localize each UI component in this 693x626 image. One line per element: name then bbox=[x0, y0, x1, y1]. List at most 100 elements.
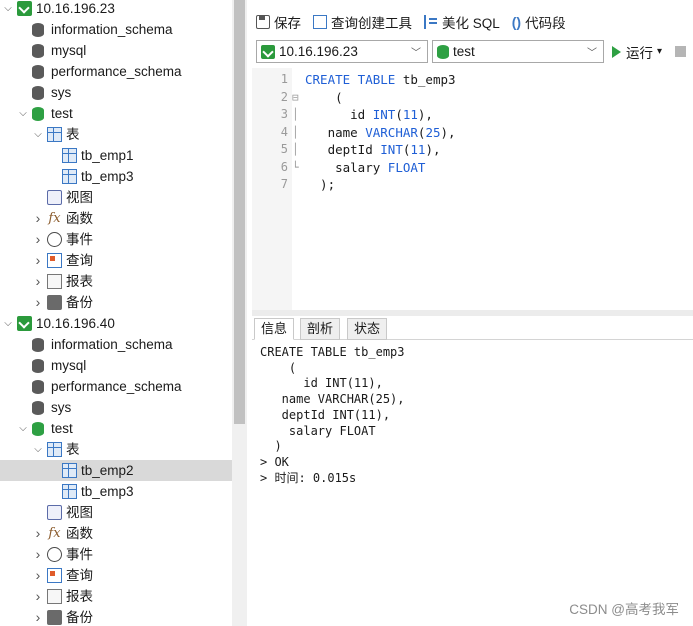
tree-item[interactable]: tb_emp3 bbox=[0, 166, 232, 187]
tree-item[interactable]: sys bbox=[0, 82, 232, 103]
run-dropdown-icon[interactable]: ▾ bbox=[657, 46, 662, 57]
code-snippet-button[interactable]: () 代码段 bbox=[508, 9, 570, 35]
code-line[interactable]: 2 ⊟ ( bbox=[252, 89, 693, 107]
line-number: 5 bbox=[280, 142, 288, 156]
chevron-down-icon: ﹀ bbox=[587, 48, 597, 59]
beautify-sql-button[interactable]: 美化 SQL bbox=[420, 9, 504, 35]
tree-item-label: 函数 bbox=[66, 211, 93, 226]
tree-item[interactable]: 视图 bbox=[0, 187, 232, 208]
code-line[interactable]: 4 │ name VARCHAR(25), bbox=[252, 124, 693, 142]
tree-item-label: mysql bbox=[51, 358, 87, 373]
chevron-down-icon[interactable]: ⌵ bbox=[17, 418, 29, 439]
sql-editor[interactable]: 1 CREATE TABLE tb_emp3 2 ⊟ (3 │ id INT(11), 4… bbox=[252, 68, 693, 310]
tree-item[interactable]: ⌵ 10.16.196.23 bbox=[0, 0, 232, 19]
tree-item[interactable]: ⌵ test bbox=[0, 418, 232, 439]
chevron-down-icon[interactable]: ⌵ bbox=[32, 124, 44, 145]
chevron-right-icon[interactable]: › bbox=[32, 607, 44, 626]
stop-button[interactable] bbox=[675, 46, 686, 57]
query-icon bbox=[47, 253, 62, 268]
tree-item[interactable]: › 查询 bbox=[0, 250, 232, 271]
chevron-right-icon[interactable]: › bbox=[32, 544, 44, 565]
sql-keyword: CREATE TABLE bbox=[305, 72, 396, 87]
chevron-right-icon[interactable]: › bbox=[32, 565, 44, 586]
tab-info[interactable]: 信息 bbox=[254, 318, 295, 340]
database-select[interactable]: test ﹀ bbox=[432, 40, 604, 63]
tree-item[interactable]: › 事件 bbox=[0, 229, 232, 250]
tree-item[interactable]: tb_emp3 bbox=[0, 481, 232, 502]
line-number: 4 bbox=[280, 124, 288, 139]
tree-item[interactable]: ⌵ 表 bbox=[0, 124, 232, 145]
backup-icon bbox=[47, 295, 62, 310]
event-icon bbox=[47, 547, 62, 562]
tree-item[interactable]: performance_schema bbox=[0, 61, 232, 82]
query-builder-button[interactable]: 查询创建工具 bbox=[309, 9, 416, 35]
chevron-right-icon[interactable]: › bbox=[32, 229, 44, 250]
report-icon bbox=[47, 274, 62, 289]
fold-toggle-icon[interactable]: ⊟ bbox=[292, 89, 299, 107]
tree-item[interactable]: tb_emp1 bbox=[0, 145, 232, 166]
save-button[interactable]: 保存 bbox=[252, 9, 305, 35]
code-line[interactable]: 3 │ id INT(11), bbox=[252, 106, 693, 124]
tree-item[interactable]: information_schema bbox=[0, 334, 232, 355]
output-line: > OK bbox=[260, 454, 289, 469]
tree-item[interactable]: › 报表 bbox=[0, 271, 232, 292]
chevron-down-icon[interactable]: ⌵ bbox=[2, 0, 14, 19]
tree-item[interactable]: 视图 bbox=[0, 502, 232, 523]
tree-item[interactable]: › 备份 bbox=[0, 292, 232, 313]
tree-item-label: sys bbox=[51, 85, 72, 100]
tree-item[interactable]: mysql bbox=[0, 40, 232, 61]
tree-item[interactable]: ⌵ 表 bbox=[0, 439, 232, 460]
database-icon bbox=[32, 380, 44, 394]
code-text: salary FLOAT bbox=[305, 159, 425, 177]
connection-select[interactable]: 10.16.196.23 ﹀ bbox=[256, 40, 428, 63]
chevron-right-icon[interactable]: › bbox=[32, 523, 44, 544]
tree-item[interactable]: › 报表 bbox=[0, 586, 232, 607]
fold-guide: └ bbox=[292, 160, 299, 174]
tree-item[interactable]: › 查询 bbox=[0, 565, 232, 586]
tab-status[interactable]: 状态 bbox=[347, 318, 388, 340]
tab-profile[interactable]: 剖析 bbox=[300, 318, 341, 340]
function-icon: fx bbox=[48, 211, 61, 226]
code-line[interactable]: 6 └ salary FLOAT bbox=[252, 159, 693, 177]
code-text: CREATE TABLE tb_emp3 bbox=[305, 71, 456, 89]
run-button[interactable]: 运行 ▾ bbox=[612, 40, 662, 63]
tree-item[interactable]: › fx 函数 bbox=[0, 208, 232, 229]
tree-item[interactable]: performance_schema bbox=[0, 376, 232, 397]
code-line[interactable]: 7 ); bbox=[252, 176, 693, 194]
line-number: 3 bbox=[280, 107, 288, 121]
code-line[interactable]: 1 CREATE TABLE tb_emp3 bbox=[252, 71, 693, 89]
chevron-right-icon[interactable]: › bbox=[32, 292, 44, 313]
sidebar-scrollbar[interactable] bbox=[232, 0, 247, 626]
tree-item-label: 查询 bbox=[66, 253, 93, 268]
tree-item-label: sys bbox=[51, 400, 72, 415]
chevron-right-icon[interactable]: › bbox=[32, 208, 44, 229]
tree-item-label: 函数 bbox=[66, 526, 93, 541]
database-icon bbox=[32, 86, 44, 100]
code-line[interactable]: 5 │ deptId INT(11), bbox=[252, 141, 693, 159]
function-icon: fx bbox=[48, 526, 61, 541]
tree-item[interactable]: sys bbox=[0, 397, 232, 418]
chevron-down-icon[interactable]: ⌵ bbox=[2, 313, 14, 334]
table-icon bbox=[62, 463, 77, 478]
sql-text: salary bbox=[305, 159, 388, 175]
tree-item[interactable]: mysql bbox=[0, 355, 232, 376]
tree-item[interactable]: ⌵ test bbox=[0, 103, 232, 124]
tree-item-label: 查询 bbox=[66, 568, 93, 583]
tree-item[interactable]: › fx 函数 bbox=[0, 523, 232, 544]
database-icon bbox=[32, 23, 44, 37]
chevron-down-icon[interactable]: ⌵ bbox=[17, 103, 29, 124]
chevron-right-icon[interactable]: › bbox=[32, 271, 44, 292]
fold-guide: │ bbox=[292, 143, 299, 156]
sidebar-scrollbar-thumb[interactable] bbox=[234, 0, 245, 424]
table-icon bbox=[62, 148, 77, 163]
database-icon bbox=[437, 44, 449, 59]
tree-item[interactable]: ⌵ 10.16.196.40 bbox=[0, 313, 232, 334]
chevron-right-icon[interactable]: › bbox=[32, 586, 44, 607]
chevron-right-icon[interactable]: › bbox=[32, 250, 44, 271]
tree-item[interactable]: › 事件 bbox=[0, 544, 232, 565]
chevron-down-icon[interactable]: ⌵ bbox=[32, 439, 44, 460]
tree-item[interactable]: information_schema bbox=[0, 19, 232, 40]
tree-item[interactable]: › 备份 bbox=[0, 607, 232, 626]
tree-item[interactable]: tb_emp2 bbox=[0, 460, 232, 481]
